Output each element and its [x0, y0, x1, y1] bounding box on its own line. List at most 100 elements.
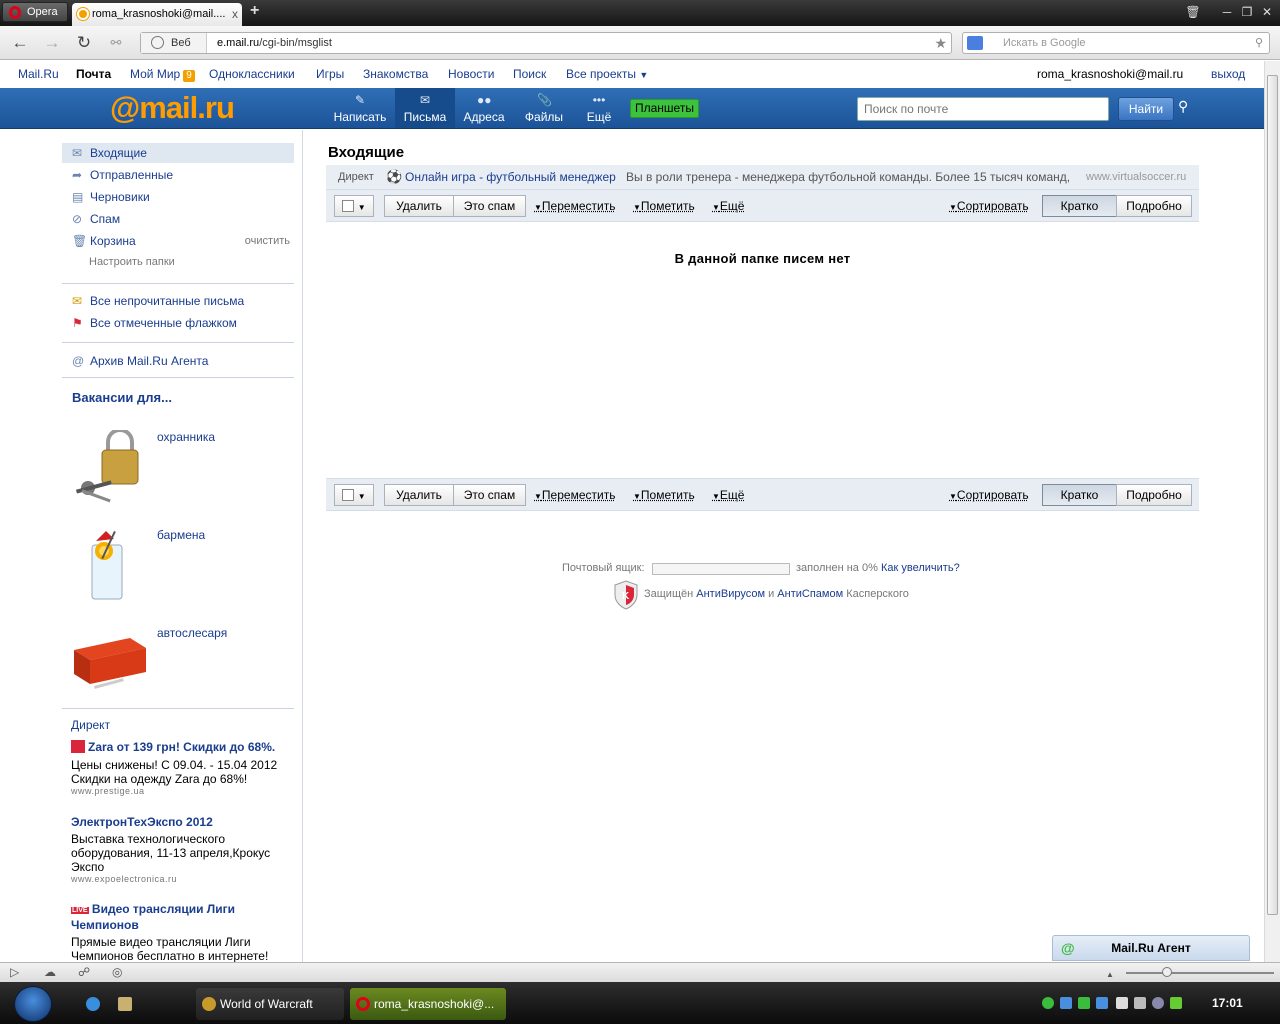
spam-button[interactable]: Это спам [453, 195, 526, 217]
tray-icon[interactable] [1116, 997, 1128, 1009]
more-button[interactable]: ••• Ещё [578, 88, 620, 128]
quicklaunch-icon[interactable] [112, 988, 138, 1020]
filter-unread[interactable]: ✉ Все непрочитанные письма [62, 291, 294, 311]
scrollbar-thumb[interactable] [1267, 75, 1278, 915]
restore-icon[interactable]: ❐ [1238, 4, 1256, 20]
trash-icon[interactable]: 🗑 [1184, 4, 1202, 20]
advanced-search-icon[interactable]: ⚲ [1178, 98, 1188, 115]
antivirus-link[interactable]: АнтиВирусом [696, 588, 765, 600]
nav-znakomstva[interactable]: Знакомства [363, 61, 428, 87]
folder-trash-label[interactable]: Корзина [90, 234, 136, 248]
sort-dropdown[interactable]: ▼Сортировать [949, 484, 1029, 508]
nav-novosti[interactable]: Новости [448, 61, 494, 87]
folder-sent-label[interactable]: Отправленные [90, 168, 173, 182]
search-button[interactable]: Найти [1118, 97, 1174, 121]
view-detailed-button[interactable]: Подробно [1116, 195, 1192, 217]
google-search-field[interactable]: Искать в Google ⚲ [962, 32, 1270, 54]
folder-spam[interactable]: ⊘ Спам [62, 209, 294, 229]
ad-link[interactable]: Онлайн игра - футбольный менеджер [405, 165, 616, 189]
url-field[interactable]: Веб e.mail.ru/cgi-bin/msglist ★ [140, 32, 952, 54]
close-window-icon[interactable]: ✕ [1258, 4, 1276, 20]
zoom-chevron-icon[interactable]: ▲ [1106, 968, 1120, 981]
move-dropdown[interactable]: ▼Переместить [534, 195, 615, 219]
zoom-slider[interactable] [1126, 972, 1274, 974]
opera-menu-button[interactable]: Opera [2, 2, 68, 22]
key-icon[interactable]: ⚯ [106, 33, 126, 53]
filter-flagged-label[interactable]: Все отмеченные флажком [90, 316, 237, 330]
ad-title[interactable]: Zara от 139 грн! Скидки до 68%. [88, 740, 275, 754]
logout-link[interactable]: выход [1211, 61, 1245, 87]
nav-igry[interactable]: Игры [316, 61, 344, 87]
files-button[interactable]: 📎 Файлы [518, 88, 570, 128]
volume-icon[interactable] [1134, 997, 1146, 1009]
view-brief-button[interactable]: Кратко [1042, 484, 1117, 506]
agent-tray-icon[interactable] [1042, 997, 1054, 1009]
configure-folders-link[interactable]: Настроить папки [89, 256, 175, 268]
vacancy-mechanic[interactable]: автослесаря [157, 626, 227, 640]
tab-close-icon[interactable]: x [232, 3, 238, 25]
spam-button[interactable]: Это спам [453, 484, 526, 506]
cloud-icon[interactable]: ☁ [44, 966, 58, 979]
forward-arrow-icon[interactable]: → [42, 33, 62, 53]
mark-dropdown[interactable]: ▼Пометить [633, 195, 695, 219]
mailru-logo[interactable]: @mail.ru [110, 90, 235, 126]
taskbar-item-wow[interactable]: World of Warcraft [196, 988, 344, 1020]
vertical-scrollbar[interactable] [1264, 61, 1280, 962]
view-detailed-button[interactable]: Подробно [1116, 484, 1192, 506]
tray-icon[interactable] [1096, 997, 1108, 1009]
sort-dropdown[interactable]: ▼Сортировать [949, 195, 1029, 219]
view-brief-button[interactable]: Кратко [1042, 195, 1117, 217]
back-arrow-icon[interactable]: ← [10, 33, 30, 53]
folder-drafts[interactable]: ▤ Черновики [62, 187, 294, 207]
folder-inbox-label[interactable]: Входящие [90, 146, 147, 160]
search-icon[interactable]: ⚲ [1255, 33, 1263, 53]
clear-trash-link[interactable]: очистить [245, 231, 290, 251]
zoom-slider-knob[interactable] [1162, 967, 1172, 977]
select-all-checkbox[interactable]: ▼ [334, 484, 374, 506]
nav-pochta[interactable]: Почта [76, 61, 111, 87]
antispam-link[interactable]: АнтиСпамом [777, 588, 843, 600]
tray-icon[interactable] [1152, 997, 1164, 1009]
ad-title[interactable]: Видео трансляции Лиги Чемпионов [71, 902, 235, 932]
folder-sent[interactable]: ➦ Отправленные [62, 165, 294, 185]
compose-button[interactable]: ✎ Написать [330, 88, 390, 128]
nvidia-tray-icon[interactable] [1170, 997, 1182, 1009]
nav-all-projects[interactable]: Все проекты ▼ [566, 61, 648, 88]
mail-search-input[interactable] [857, 97, 1109, 121]
unite-icon[interactable]: ☍ [78, 966, 92, 979]
contacts-button[interactable]: ●● Адреса [458, 88, 510, 128]
nav-moy-mir[interactable]: Мой Мир 9 [130, 61, 195, 87]
network-tray-icon[interactable] [1060, 997, 1072, 1009]
increase-quota-link[interactable]: Как увеличить? [881, 562, 960, 574]
folder-drafts-label[interactable]: Черновики [90, 190, 150, 204]
reload-icon[interactable]: ↻ [74, 33, 94, 53]
turbo-icon[interactable]: ◎ [112, 966, 126, 979]
delete-button[interactable]: Удалить [384, 484, 454, 506]
ad-direct-label[interactable]: Директ [338, 165, 374, 189]
ad-title[interactable]: ЭлектронТехЭкспо 2012 [71, 815, 213, 829]
direct-label[interactable]: Директ [71, 718, 110, 732]
mark-dropdown[interactable]: ▼Пометить [633, 484, 695, 508]
delete-button[interactable]: Удалить [384, 195, 454, 217]
panel-toggle-icon[interactable]: ▷ [10, 966, 24, 979]
vacancies-title[interactable]: Вакансии для... [72, 390, 172, 405]
tablets-button[interactable]: Планшеты [630, 99, 699, 118]
folder-trash[interactable]: 🗑 Корзина очистить [62, 231, 294, 251]
nav-mailru[interactable]: Mail.Ru [18, 61, 59, 87]
vacancy-bartender[interactable]: бармена [157, 528, 205, 542]
move-dropdown[interactable]: ▼Переместить [534, 484, 615, 508]
ie-icon[interactable] [80, 988, 106, 1020]
letters-button[interactable]: ✉ Письма [395, 88, 455, 128]
address-mode[interactable]: Веб [141, 33, 207, 53]
folder-spam-label[interactable]: Спам [90, 212, 120, 226]
more-dropdown[interactable]: ▼Ещё [712, 484, 744, 508]
more-dropdown[interactable]: ▼Ещё [712, 195, 744, 219]
nav-poisk[interactable]: Поиск [513, 61, 546, 87]
agent-archive[interactable]: @ Архив Mail.Ru Агента [62, 351, 294, 371]
mailru-agent-bar[interactable]: @ Mail.Ru Агент [1052, 935, 1250, 961]
nav-odnoklassniki[interactable]: Одноклассники [209, 61, 295, 87]
start-button[interactable] [14, 986, 52, 1022]
minimize-icon[interactable]: ─ [1218, 4, 1236, 20]
agent-archive-label[interactable]: Архив Mail.Ru Агента [90, 354, 208, 368]
taskbar-item-opera[interactable]: roma_krasnoshoki@... [350, 988, 506, 1020]
